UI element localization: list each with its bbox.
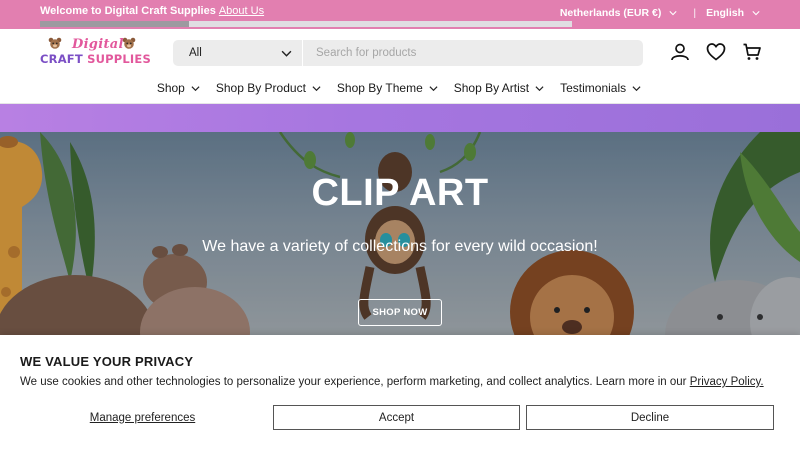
announcement-progress-fill xyxy=(40,21,189,27)
language-selector[interactable]: English xyxy=(706,7,760,19)
header-actions xyxy=(670,41,762,63)
cookie-text: We use cookies and other technologies to… xyxy=(20,376,764,388)
accept-button[interactable]: Accept xyxy=(273,405,520,430)
search-input[interactable] xyxy=(303,40,643,66)
search-category-select[interactable]: All xyxy=(173,40,303,66)
locale-separator: | xyxy=(693,7,697,19)
cookie-consent-banner: WE VALUE YOUR PRIVACY We use cookies and… xyxy=(0,335,800,450)
chevron-down-icon xyxy=(429,85,438,91)
privacy-policy-link[interactable]: Privacy Policy. xyxy=(690,376,764,388)
main-navigation: Shop Shop By Product Shop By Theme Shop … xyxy=(0,81,800,95)
account-icon xyxy=(671,43,689,61)
about-us-link[interactable]: About Us xyxy=(219,5,264,17)
decline-button[interactable]: Decline xyxy=(526,405,774,430)
nav-item-shop-by-artist[interactable]: Shop By Artist xyxy=(454,81,544,95)
language-label: English xyxy=(706,7,744,19)
search-bar: All xyxy=(173,40,643,66)
logo-supplies: SUPPLIES xyxy=(87,52,151,66)
welcome-message: Welcome to Digital Craft Supplies About U… xyxy=(40,5,264,17)
chevron-down-icon xyxy=(535,85,544,91)
logo-text-line2: CRAFT SUPPLIES xyxy=(40,52,151,66)
logo-craft: CRAFT xyxy=(40,52,88,66)
hero-subtitle: We have a variety of collections for eve… xyxy=(202,238,598,255)
nav-item-testimonials[interactable]: Testimonials xyxy=(560,81,641,95)
nav-item-label: Shop xyxy=(156,81,185,95)
manage-preferences-link[interactable]: Manage preferences xyxy=(20,405,265,430)
nav-item-shop[interactable]: Shop xyxy=(157,81,200,95)
wishlist-heart-icon xyxy=(706,43,726,61)
nav-item-label: Shop By Theme xyxy=(336,81,423,95)
nav-item-shop-by-product[interactable]: Shop By Product xyxy=(216,81,321,95)
account-button[interactable] xyxy=(670,41,690,63)
cart-button[interactable] xyxy=(742,41,762,63)
nav-item-label: Shop By Artist xyxy=(453,81,530,95)
nav-item-shop-by-theme[interactable]: Shop By Theme xyxy=(337,81,438,95)
shop-now-button[interactable]: SHOP NOW xyxy=(358,299,442,326)
chevron-down-icon xyxy=(312,85,321,91)
cookie-description: We use cookies and other technologies to… xyxy=(20,376,690,388)
nav-item-label: Shop By Product xyxy=(215,81,306,95)
bear-face-icon xyxy=(122,37,136,49)
locale-selectors: Netherlands (EUR €) | English xyxy=(560,7,760,19)
country-label: Netherlands (EUR €) xyxy=(559,7,662,19)
wishlist-button[interactable] xyxy=(706,41,726,63)
nav-item-label: Testimonials xyxy=(560,81,627,95)
chevron-down-icon xyxy=(632,85,641,91)
site-header: Digital CRAFT SUPPLIES All Shop Shop By … xyxy=(0,29,800,104)
chevron-down-icon xyxy=(191,85,200,91)
cart-icon xyxy=(743,43,761,60)
chevron-down-icon xyxy=(752,11,760,16)
search-category-label: All xyxy=(189,47,202,59)
brand-logo[interactable]: Digital CRAFT SUPPLIES xyxy=(38,37,151,71)
cookie-heading: WE VALUE YOUR PRIVACY xyxy=(20,354,194,369)
chevron-down-icon xyxy=(281,50,292,57)
hero-title: CLIP ART xyxy=(311,172,489,214)
bear-face-icon xyxy=(48,37,62,49)
announcement-progress-bar xyxy=(40,21,572,27)
promo-strip xyxy=(0,104,800,132)
welcome-text: Welcome to Digital Craft Supplies xyxy=(40,5,216,17)
logo-text-line1: Digital xyxy=(72,37,124,52)
country-selector[interactable]: Netherlands (EUR €) xyxy=(560,7,678,19)
hero-banner: CLIP ART We have a variety of collection… xyxy=(0,132,800,335)
chevron-down-icon xyxy=(669,11,677,16)
announcement-bar: Welcome to Digital Craft Supplies About U… xyxy=(0,0,800,29)
